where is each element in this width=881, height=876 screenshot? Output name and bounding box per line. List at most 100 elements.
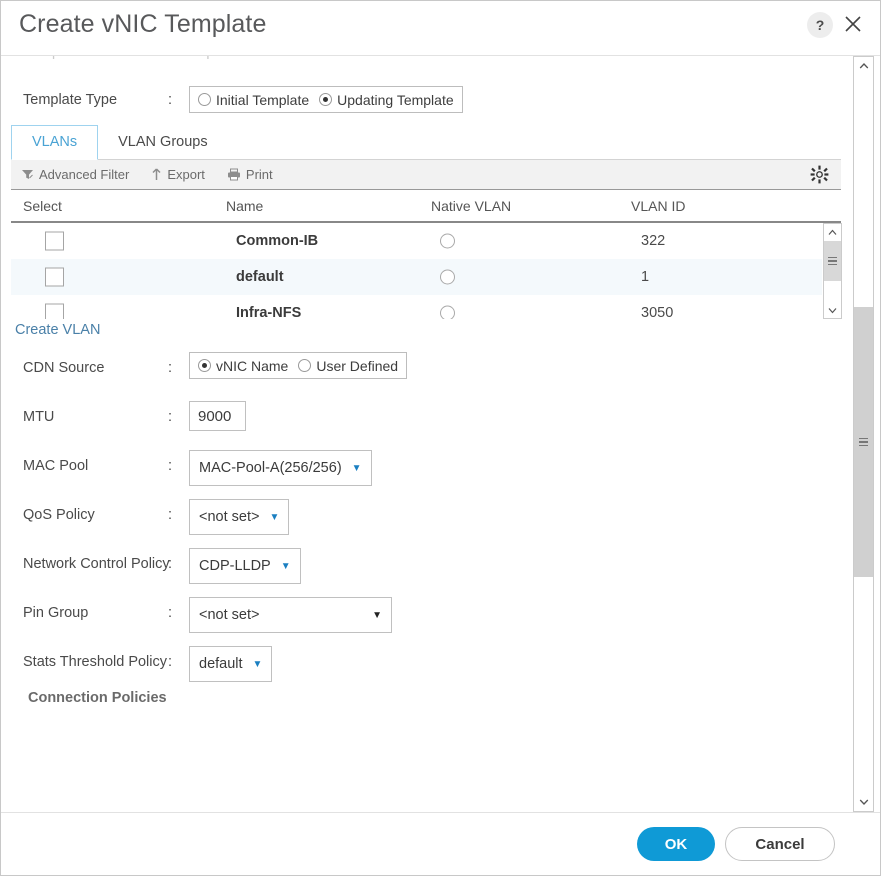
qos-policy-row: QoS Policy : <not set> ▼ (1, 495, 831, 544)
clipped-text-row: Template Name and description fields scr… (23, 56, 643, 70)
print-button[interactable]: Print (227, 167, 273, 182)
qos-policy-control: <not set> ▼ (189, 499, 290, 535)
row-checkbox[interactable] (45, 231, 64, 251)
create-vlan-link[interactable]: Create VLAN (15, 322, 100, 338)
radio-initial-template-label: Initial Template (216, 91, 310, 108)
export-icon (151, 168, 162, 181)
print-icon (227, 168, 241, 181)
template-type-label: Template Type (23, 92, 118, 108)
table-header: Select Name Native VLAN VLAN ID (11, 190, 841, 223)
row-vlan-id: 3050 (641, 305, 674, 319)
dialog-scrollbar[interactable] (853, 56, 874, 812)
help-icon[interactable]: ? (807, 12, 833, 38)
row-vlan-id: 1 (641, 269, 650, 285)
chevron-down-icon: ▼ (351, 462, 362, 474)
row-name: Infra-NFS (236, 305, 302, 319)
qos-policy-colon: : (168, 507, 173, 523)
advanced-filter-button[interactable]: Advanced Filter (21, 167, 129, 182)
dialog-body: Template Name and description fields scr… (1, 56, 880, 812)
network-control-policy-select[interactable]: CDP-LLDP ▼ (189, 548, 301, 584)
tab-bar: VLANs VLAN Groups (11, 124, 841, 160)
create-vnic-template-dialog: Create vNIC Template ? Template Name and… (0, 0, 881, 876)
page-title: Create vNIC Template (19, 10, 267, 38)
radio-user-defined[interactable]: User Defined (298, 358, 398, 374)
scrollbar-grip-icon (828, 255, 837, 268)
scrollbar-grip-icon (859, 436, 868, 449)
stats-threshold-policy-select[interactable]: default ▼ (189, 646, 273, 682)
mtu-label: MTU (23, 409, 55, 425)
cdn-source-control: vNIC Name User Defined (189, 352, 408, 379)
connection-policies-heading: Connection Policies (28, 690, 167, 706)
stats-threshold-policy-value: default (199, 656, 243, 672)
qos-policy-label: QoS Policy (23, 507, 95, 523)
radio-vnic-name-label: vNIC Name (216, 357, 289, 374)
mac-pool-row: MAC Pool : MAC-Pool-A(256/256) ▼ (1, 446, 831, 495)
dialog-scroll-up-icon[interactable] (854, 57, 873, 75)
column-header-select: Select (23, 198, 62, 214)
dialog-scrollbar-thumb[interactable] (854, 307, 873, 577)
cancel-button[interactable]: Cancel (725, 827, 835, 861)
pin-group-select[interactable]: <not set> ▼ (189, 597, 392, 633)
radio-updating-template-label: Updating Template (337, 91, 454, 108)
mtu-control (189, 401, 246, 431)
radio-vnic-name[interactable]: vNIC Name (198, 358, 288, 374)
table-scrollbar-thumb[interactable] (824, 241, 841, 281)
row-native-vlan-radio[interactable] (440, 305, 455, 319)
chevron-down-icon: ▼ (372, 609, 382, 621)
print-label: Print (245, 167, 273, 182)
qos-policy-value: <not set> (199, 509, 260, 525)
column-header-name: Name (226, 198, 264, 214)
tab-vlans[interactable]: VLANs (11, 125, 99, 160)
dialog-footer: OK Cancel (1, 812, 880, 875)
qos-policy-select[interactable]: <not set> ▼ (189, 499, 290, 535)
ok-button[interactable]: OK (637, 827, 715, 861)
mac-pool-label: MAC Pool (23, 458, 89, 474)
radio-updating-template[interactable]: Updating Template (319, 91, 454, 108)
filter-icon (21, 168, 34, 181)
pin-group-control: <not set> ▼ (189, 597, 392, 633)
mtu-row: MTU : (1, 397, 831, 446)
stats-threshold-policy-label: Stats Threshold Policy (23, 654, 167, 670)
mac-pool-value: MAC-Pool-A(256/256) (199, 460, 342, 476)
stats-threshold-policy-colon: : (168, 654, 173, 670)
table-toolbar: Advanced Filter Export Print (11, 160, 841, 190)
row-checkbox[interactable] (45, 303, 64, 319)
mac-pool-select[interactable]: MAC-Pool-A(256/256) ▼ (189, 450, 372, 486)
dialog-content-scroll-area: Template Name and description fields scr… (1, 56, 851, 812)
scroll-up-icon[interactable] (824, 224, 841, 240)
mac-pool-colon: : (168, 458, 173, 474)
radio-vnic-name-icon (198, 359, 211, 372)
chevron-down-icon: ▼ (280, 560, 291, 572)
cdn-source-radio-group: vNIC Name User Defined (189, 352, 408, 379)
mtu-input[interactable] (189, 401, 246, 431)
pin-group-colon: : (168, 605, 173, 621)
pin-group-value: <not set> (199, 607, 260, 623)
column-header-vlan-id: VLAN ID (631, 198, 686, 214)
template-type-row: Template Type : Initial Template Updatin… (1, 86, 851, 118)
tab-vlan-groups[interactable]: VLAN Groups (98, 126, 227, 159)
row-native-vlan-radio[interactable] (440, 269, 455, 285)
table-scrollbar[interactable] (823, 223, 842, 319)
radio-updating-template-icon (319, 93, 333, 106)
table-row[interactable]: default 1 (11, 259, 822, 295)
dialog-scroll-down-icon[interactable] (854, 793, 873, 811)
chevron-down-icon: ▼ (252, 658, 263, 670)
mac-pool-control: MAC-Pool-A(256/256) ▼ (189, 450, 372, 486)
row-native-vlan-radio[interactable] (440, 233, 455, 249)
gear-icon[interactable] (810, 165, 829, 189)
vlan-table-body: Common-IB 322 default 1 Infra-NFS 3050 (11, 223, 841, 319)
clipped-text: Template Name and description fields scr… (23, 56, 643, 60)
cdn-source-label: CDN Source (23, 360, 105, 376)
row-name: Common-IB (236, 233, 319, 249)
export-button[interactable]: Export (151, 167, 205, 182)
row-checkbox[interactable] (45, 267, 64, 287)
radio-initial-template[interactable]: Initial Template (198, 92, 309, 108)
table-row[interactable]: Common-IB 322 (11, 223, 822, 259)
close-icon[interactable] (840, 11, 866, 37)
scroll-down-icon[interactable] (824, 302, 841, 318)
radio-user-defined-icon (298, 359, 312, 372)
chevron-down-icon: ▼ (269, 511, 280, 523)
cdn-source-row: CDN Source : vNIC Name User Defined (1, 348, 831, 397)
dialog-titlebar: Create vNIC Template ? (1, 1, 880, 56)
table-row[interactable]: Infra-NFS 3050 (11, 295, 822, 319)
